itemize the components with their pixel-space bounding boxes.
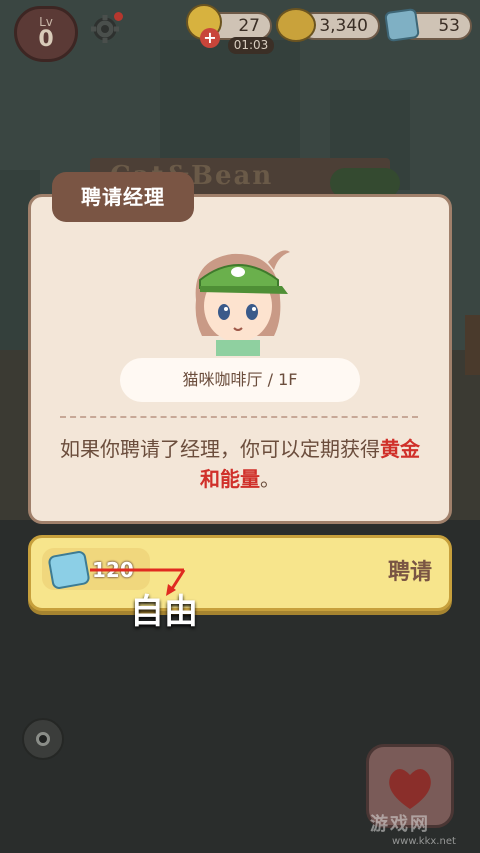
description-prefix: 如果你聘请了经理，你可以定期获得: [60, 437, 380, 461]
dialog-title: 聘请经理: [52, 172, 194, 222]
shelf-decoration: [465, 315, 480, 375]
gem-icon: [47, 549, 91, 591]
hire-button-label[interactable]: 聘请: [352, 558, 432, 588]
free-annotation: 自由: [130, 592, 198, 632]
notification-dot: [114, 12, 123, 21]
location-label: 猫咪咖啡厅 / 1F: [120, 358, 360, 402]
level-badge[interactable]: Lv 0: [14, 6, 78, 62]
manager-avatar: [195, 250, 290, 356]
watermark-text: 游戏网: [370, 814, 430, 835]
gem-icon: [384, 7, 420, 43]
eye-icon[interactable]: [22, 718, 64, 760]
description-text: 如果你聘请了经理，你可以定期获得黄金和能量。: [56, 434, 424, 494]
add-energy-button[interactable]: +: [200, 28, 220, 48]
description-suffix: 。: [260, 467, 280, 491]
eye-pupil: [36, 732, 50, 746]
energy-timer: 01:03: [228, 37, 274, 54]
level-value: 0: [38, 27, 54, 52]
divider: [60, 416, 418, 418]
gold-coin-icon: [276, 8, 316, 42]
watermark-url: www.kkx.net: [392, 836, 456, 847]
